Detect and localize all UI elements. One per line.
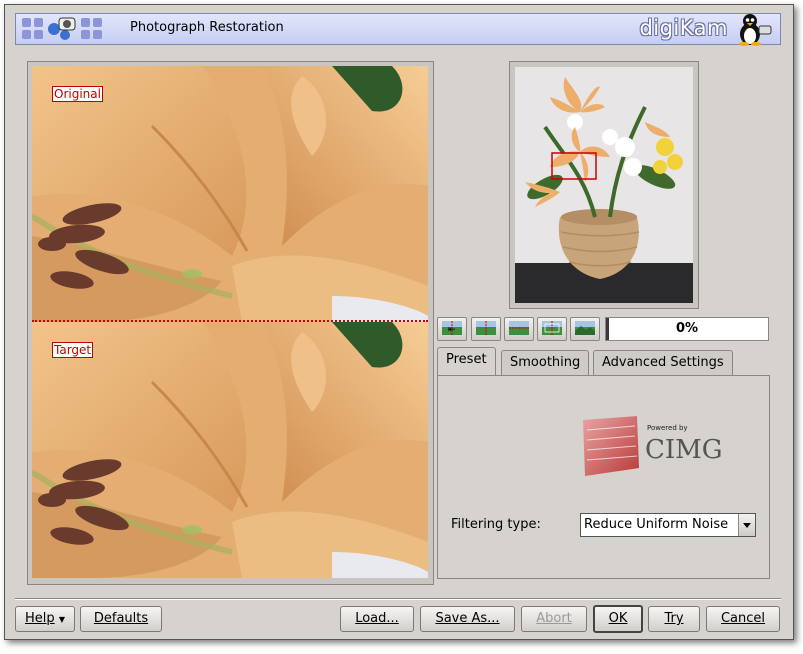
save-as-button[interactable]: Save As... [420,606,515,632]
split-horizontal-button[interactable] [504,317,534,341]
powered-by-text: Powered by [647,424,688,432]
tux-mascot-icon [739,14,772,46]
chevron-down-icon[interactable] [738,514,755,536]
navigation-thumbnail[interactable] [515,67,693,303]
dialog-banner: Photograph Restoration digiKam [15,13,781,46]
split-separator-line [32,320,428,322]
dropdown-arrow-icon: ▼ [58,615,65,624]
lily-closeup-image [32,66,428,322]
progress-text: 0% [675,321,699,336]
help-button-label: Help [25,611,55,626]
lily-closeup-image [32,322,428,578]
tab-advanced-settings[interactable]: Advanced Settings [593,350,733,375]
split-horizontal-icon [509,321,529,335]
digikam-brand-text: digiKam [639,16,728,40]
abort-button[interactable]: Abort [521,606,587,632]
tab-smoothing[interactable]: Smoothing [501,350,590,375]
preset-tab-panel: Powered by CIMG Filtering type: Reduce U… [437,375,770,579]
split-vertical-icon [476,321,496,335]
flower-vase-thumbnail-image [515,67,693,303]
original-preview: Original [32,66,428,322]
compare-duplicate-icon [542,321,562,335]
dialog-window: Photograph Restoration digiKam Original … [4,4,794,640]
preview-frame: Original Target [27,61,434,585]
cancel-button[interactable]: Cancel [706,606,780,632]
dialog-title: Photograph Restoration [130,20,284,35]
defaults-button-label: Defaults [93,611,149,626]
target-preview: Target [32,322,428,578]
original-view-icon: ⇤ [442,321,462,335]
load-button-label: Load... [355,611,399,626]
try-button[interactable]: Try [648,606,700,632]
image-preview-area[interactable]: Original Target [32,66,428,578]
target-only-view-button[interactable] [570,317,600,341]
separate-view-original-button[interactable]: ⇤ [437,317,467,341]
button-separator [15,598,781,600]
ok-button-label: OK [608,611,628,626]
cancel-button-label: Cancel [720,611,766,626]
abort-button-label: Abort [536,611,572,626]
save-as-button-label: Save As... [435,611,500,626]
progress-bar: 0% [605,317,769,341]
split-vertical-button[interactable] [471,317,501,341]
svg-text:⇤: ⇤ [448,325,456,335]
cimg-logo-text: CIMG [645,435,723,465]
target-view-icon [575,321,595,335]
digikam-app-icon [22,17,102,40]
filtering-type-select[interactable]: Reduce Uniform Noise [580,513,756,537]
filtering-type-value: Reduce Uniform Noise [584,517,729,532]
tab-preset[interactable]: Preset [437,347,496,375]
thumbnail-frame [509,61,699,309]
ok-button[interactable]: OK [593,605,643,633]
target-label: Target [52,342,94,358]
original-label: Original [52,86,103,102]
compare-duplicate-button[interactable] [537,317,567,341]
defaults-button[interactable]: Defaults [80,606,162,632]
cimg-logo: Powered by CIMG [583,416,723,476]
help-button[interactable]: Help ▼ [15,606,75,632]
try-button-label: Try [664,611,684,626]
load-button[interactable]: Load... [340,606,414,632]
filtering-type-label: Filtering type: [451,517,541,532]
